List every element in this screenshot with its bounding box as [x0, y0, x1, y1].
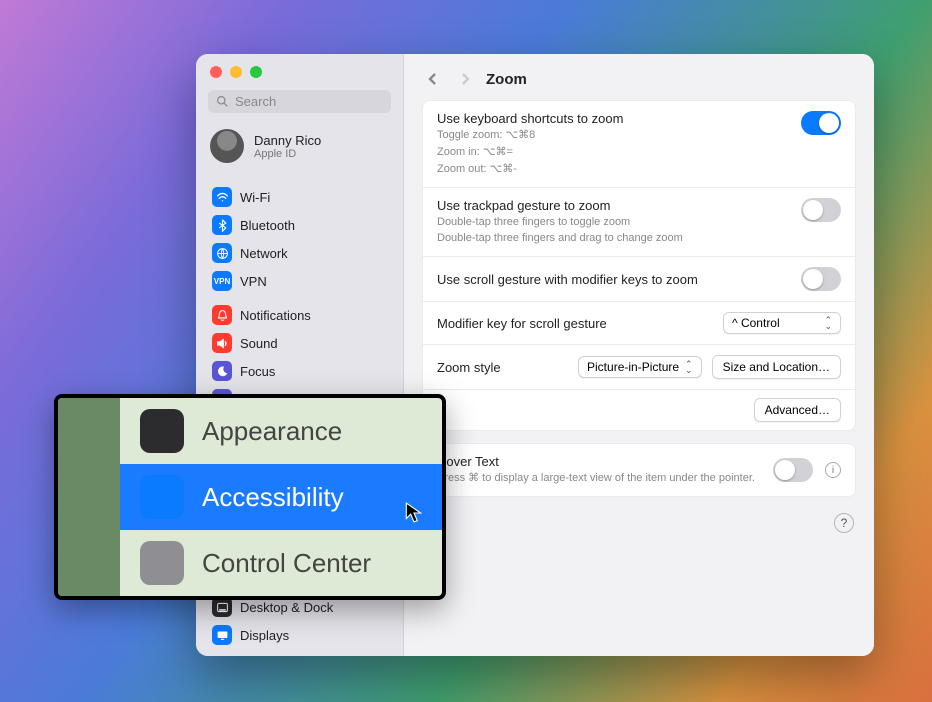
trackpad-gesture-label: Use trackpad gesture to zoom [437, 198, 789, 213]
scroll-gesture-label: Use scroll gesture with modifier keys to… [437, 272, 698, 287]
search-placeholder: Search [235, 94, 276, 109]
account-name: Danny Rico [254, 133, 321, 148]
sidebar-item-label: Notifications [240, 308, 311, 323]
hover-text-toggle[interactable] [773, 458, 813, 482]
dock-icon [212, 597, 232, 617]
modifier-key-label: Modifier key for scroll gesture [437, 316, 607, 331]
size-location-button[interactable]: Size and Location… [712, 355, 841, 379]
vpn-icon: VPN [212, 271, 232, 291]
pip-item-label: Appearance [202, 416, 342, 447]
trackpad-line2: Double-tap three fingers and drag to cha… [437, 231, 789, 246]
sidebar-item-focus[interactable]: Focus [208, 357, 391, 385]
kb-shortcuts-toggle[interactable] [801, 111, 841, 135]
sidebar-item-label: VPN [240, 274, 267, 289]
close-window-button[interactable] [210, 66, 222, 78]
kb-shortcuts-label: Use keyboard shortcuts to zoom [437, 111, 789, 126]
notifications-icon [212, 305, 232, 325]
forward-button[interactable] [454, 68, 476, 90]
modifier-key-select[interactable]: ^ Control ⌃⌄ [723, 312, 841, 334]
main-pane: Zoom Use keyboard shortcuts to zoom Togg… [404, 54, 874, 656]
chevron-updown-icon: ⌃⌄ [685, 361, 693, 373]
titlebar: Zoom [404, 54, 874, 100]
info-icon[interactable]: i [825, 462, 841, 478]
displays-icon [212, 625, 232, 645]
zoom-style-label: Zoom style [437, 360, 501, 375]
hover-text-label: Hover Text [437, 454, 761, 469]
search-icon [216, 95, 229, 108]
focus-icon [212, 361, 232, 381]
accessibility-icon [140, 475, 184, 519]
hover-text-sub: Press ⌘ to display a large-text view of … [437, 471, 761, 486]
pip-item-label: Accessibility [202, 482, 344, 513]
sidebar-item-label: Wi-Fi [240, 190, 270, 205]
sound-icon [212, 333, 232, 353]
pip-item-label: Control Center [202, 548, 371, 579]
scroll-gesture-toggle[interactable] [801, 267, 841, 291]
desktop-background: Search Danny Rico Apple ID Wi-Fi Bluetoot… [0, 0, 932, 702]
sidebar-item-label: Sound [240, 336, 278, 351]
zoom-style-select[interactable]: Picture-in-Picture ⌃⌄ [578, 356, 702, 378]
zoom-style-value: Picture-in-Picture [587, 360, 679, 374]
sidebar-item-vpn[interactable]: VPN VPN [208, 267, 391, 295]
minimize-window-button[interactable] [230, 66, 242, 78]
chevron-updown-icon: ⌃⌄ [824, 317, 832, 329]
zoom-pip-overlay: Appearance Accessibility Control Center [54, 394, 446, 600]
sidebar-item-label: Bluetooth [240, 218, 295, 233]
sidebar-item-bluetooth[interactable]: Bluetooth [208, 211, 391, 239]
help-button[interactable]: ? [834, 513, 854, 533]
sidebar-item-displays[interactable]: Displays [208, 621, 391, 649]
sidebar-item-network[interactable]: Network [208, 239, 391, 267]
zoom-settings-panel: Use keyboard shortcuts to zoom Toggle zo… [422, 100, 856, 431]
page-title: Zoom [486, 71, 527, 88]
fullscreen-window-button[interactable] [250, 66, 262, 78]
sidebar-item-notifications[interactable]: Notifications [208, 301, 391, 329]
pip-item-accessibility[interactable]: Accessibility [120, 464, 442, 530]
sidebar-item-label: Network [240, 246, 288, 261]
wifi-icon [212, 187, 232, 207]
trackpad-line1: Double-tap three fingers to toggle zoom [437, 215, 789, 230]
sidebar-item-wi-fi[interactable]: Wi-Fi [208, 183, 391, 211]
modifier-key-value: ^ Control [732, 316, 780, 330]
advanced-button[interactable]: Advanced… [754, 398, 841, 422]
trackpad-gesture-toggle[interactable] [801, 198, 841, 222]
pip-item-appearance[interactable]: Appearance [120, 398, 442, 464]
appearance-icon [140, 409, 184, 453]
sidebar-item-label: Focus [240, 364, 275, 379]
search-input[interactable]: Search [208, 90, 391, 113]
kb-shortcuts-line3: Zoom out: ⌥⌘- [437, 162, 789, 177]
sidebar-item-label: Displays [240, 628, 289, 643]
controlcenter-icon [140, 541, 184, 585]
avatar [210, 129, 244, 163]
window-controls [208, 62, 391, 90]
pip-item-control-center[interactable]: Control Center [120, 530, 442, 596]
bluetooth-icon [212, 215, 232, 235]
back-button[interactable] [422, 68, 444, 90]
hover-text-panel: Hover Text Press ⌘ to display a large-te… [422, 443, 856, 497]
kb-shortcuts-line1: Toggle zoom: ⌥⌘8 [437, 128, 789, 143]
sidebar-item-sound[interactable]: Sound [208, 329, 391, 357]
cursor-icon [404, 502, 424, 529]
account-sub: Apple ID [254, 148, 321, 160]
network-icon [212, 243, 232, 263]
sidebar-item-label: Desktop & Dock [240, 600, 333, 615]
apple-id-account[interactable]: Danny Rico Apple ID [208, 123, 391, 177]
pip-edge [58, 398, 120, 596]
kb-shortcuts-line2: Zoom in: ⌥⌘= [437, 145, 789, 160]
